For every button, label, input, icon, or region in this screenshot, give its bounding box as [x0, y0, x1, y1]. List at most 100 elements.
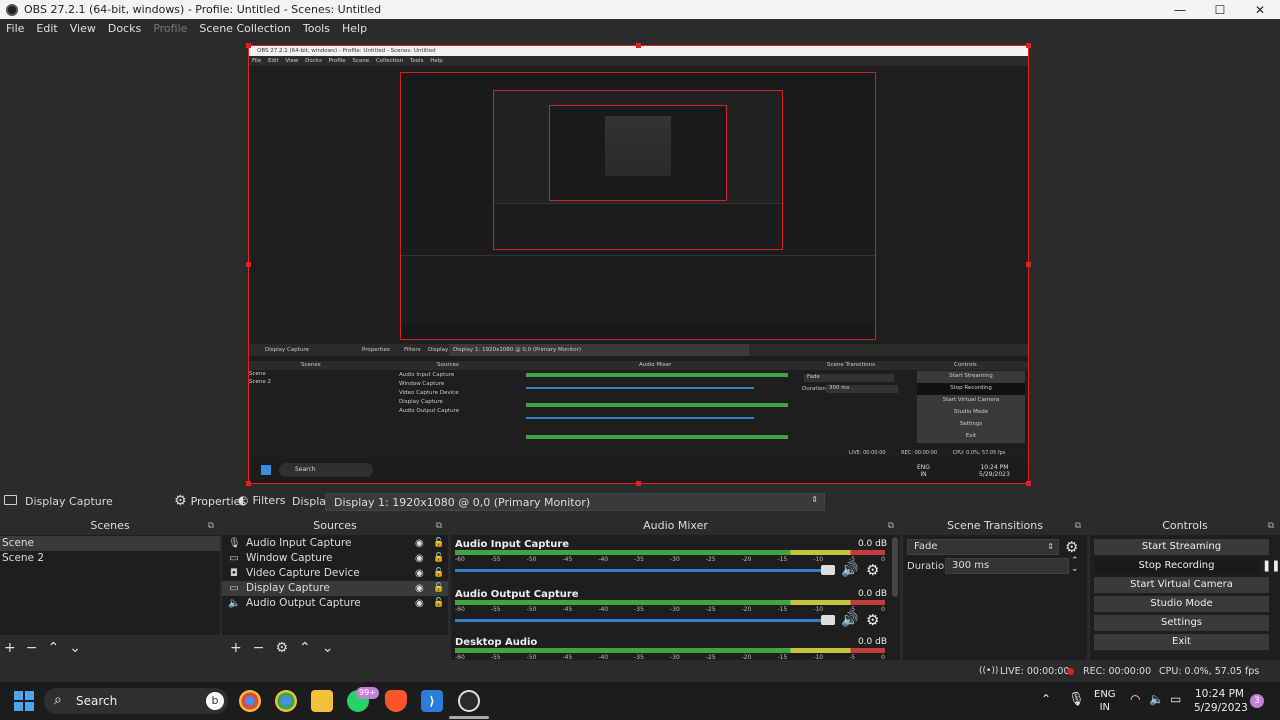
start-virtual-camera-button[interactable]: Start Virtual Camera — [1094, 577, 1269, 593]
volume-slider[interactable] — [455, 619, 830, 622]
move-up-icon[interactable]: ⌃ — [47, 640, 59, 656]
transform-handle[interactable] — [1026, 43, 1031, 48]
lock-icon[interactable]: 🔓 — [433, 536, 444, 551]
transition-gear-icon[interactable]: ⚙ — [1065, 538, 1078, 556]
lock-icon[interactable]: 🔓 — [433, 581, 444, 596]
nested-control: Exit — [917, 431, 1025, 443]
remove-scene-button[interactable]: − — [26, 640, 38, 656]
transform-handle[interactable] — [1026, 481, 1031, 486]
add-scene-button[interactable]: + — [4, 640, 16, 656]
windows-start-icon[interactable] — [14, 691, 34, 711]
add-source-button[interactable]: + — [230, 640, 242, 656]
source-properties-gear-icon[interactable]: ⚙ — [275, 640, 288, 656]
file-explorer-icon[interactable] — [311, 690, 333, 712]
properties-button[interactable]: ⚙ Properties — [174, 493, 246, 509]
display-select[interactable]: Display 1: 1920x1080 @ 0,0 (Primary Moni… — [325, 493, 825, 511]
menu-edit[interactable]: Edit — [30, 22, 63, 35]
search-icon: ⌕ — [54, 692, 62, 708]
brave-icon[interactable] — [385, 690, 407, 712]
nested-taskbar-1 — [401, 325, 875, 339]
menu-docks[interactable]: Docks — [102, 22, 147, 35]
transition-select[interactable]: Fade ⇕ — [907, 539, 1059, 555]
exit-button[interactable]: Exit — [1094, 634, 1269, 650]
lock-icon[interactable]: 🔓 — [433, 551, 444, 566]
battery-icon[interactable]: ▭ — [1170, 692, 1181, 706]
settings-button[interactable]: Settings — [1094, 615, 1269, 631]
menu-help[interactable]: Help — [336, 22, 373, 35]
eye-icon[interactable]: ◉ — [415, 596, 424, 611]
eye-icon[interactable]: ◉ — [415, 551, 424, 566]
eye-icon[interactable]: ◉ — [415, 536, 424, 551]
eye-icon[interactable]: ◉ — [415, 581, 424, 596]
transform-handle[interactable] — [1026, 262, 1031, 267]
transform-handle[interactable] — [246, 43, 251, 48]
nested-control: Studio Mode — [917, 407, 1025, 419]
minimize-button[interactable]: — — [1160, 0, 1200, 19]
float-icon[interactable]: ⧉ — [1268, 517, 1274, 535]
menu-profile[interactable]: Profile — [147, 22, 193, 35]
language-indicator[interactable]: ENG IN — [1094, 688, 1116, 714]
source-item[interactable]: 🎙 Audio Input Capture ◉ 🔓 — [222, 536, 448, 551]
pause-icon[interactable]: ❚❚ — [1262, 559, 1280, 572]
stop-recording-button[interactable]: Stop Recording — [1094, 558, 1259, 574]
scene-transitions-dock: Scene Transitions ⧉ Fade ⇕ ⚙ Duration 30… — [903, 517, 1087, 660]
float-icon[interactable]: ⧉ — [436, 517, 442, 535]
wifi-icon[interactable]: ◠ — [1130, 692, 1140, 706]
volume-slider-handle[interactable] — [821, 615, 835, 625]
move-down-icon[interactable]: ⌄ — [322, 640, 334, 656]
gear-icon[interactable]: ⚙ — [866, 561, 879, 579]
start-streaming-button[interactable]: Start Streaming — [1094, 539, 1269, 555]
transform-handle[interactable] — [246, 262, 251, 267]
duration-input[interactable]: 300 ms — [945, 558, 1069, 574]
nested-scene-item: Scene — [249, 371, 266, 377]
menu-view[interactable]: View — [64, 22, 102, 35]
gear-icon[interactable]: ⚙ — [866, 611, 879, 629]
menu-scene-collection[interactable]: Scene Collection — [193, 22, 296, 35]
float-icon[interactable]: ⧉ — [888, 517, 894, 535]
volume-icon[interactable]: 🔈 — [1149, 692, 1164, 706]
transform-handle[interactable] — [636, 481, 641, 486]
maximize-button[interactable]: ☐ — [1200, 0, 1240, 19]
source-item[interactable]: ◘ Video Capture Device ◉ 🔓 — [222, 566, 448, 581]
microphone-icon[interactable]: 🎙 — [1068, 692, 1085, 707]
chrome-profile-icon[interactable] — [275, 690, 297, 712]
source-item[interactable]: ▭ Display Capture ◉ 🔓 — [222, 581, 448, 596]
notification-badge[interactable]: 3 — [1250, 694, 1264, 708]
source-name: Display Capture — [25, 495, 113, 508]
scene-item[interactable]: Scene 2 — [0, 551, 220, 566]
preview-canvas[interactable]: OBS 27.2.1 (64-bit, windows) - Profile: … — [248, 45, 1029, 484]
lock-icon[interactable]: 🔓 — [433, 566, 444, 581]
vscode-icon[interactable]: ⟩ — [421, 690, 443, 712]
speaker-icon[interactable]: 🔊 — [841, 562, 858, 578]
chevron-up-icon[interactable]: ⌃ — [1041, 692, 1051, 706]
remove-source-button[interactable]: − — [253, 640, 265, 656]
menu-file[interactable]: File — [0, 22, 30, 35]
clock[interactable]: 10:24 PM 5/29/2023 — [1194, 687, 1248, 715]
obs-taskbar-icon[interactable] — [458, 690, 480, 712]
source-item[interactable]: ▭ Window Capture ◉ 🔓 — [222, 551, 448, 566]
menu-tools[interactable]: Tools — [297, 22, 336, 35]
speaker-icon[interactable]: 🔊 — [841, 612, 858, 628]
duration-stepper-icon[interactable]: ⌃ ⌄ — [1071, 557, 1079, 574]
mixer-scrollbar[interactable] — [892, 537, 898, 597]
taskbar-search-box[interactable]: ⌕ Search b — [44, 688, 228, 714]
volume-slider-handle[interactable] — [821, 565, 835, 575]
scene-item[interactable]: Scene — [0, 536, 220, 551]
source-item[interactable]: 🔈 Audio Output Capture ◉ 🔓 — [222, 596, 448, 611]
move-down-icon[interactable]: ⌄ — [69, 640, 81, 656]
chrome-icon[interactable] — [239, 690, 261, 712]
studio-mode-button[interactable]: Studio Mode — [1094, 596, 1269, 612]
nested-source-item: Audio Input Capture — [399, 372, 455, 378]
float-icon[interactable]: ⧉ — [1075, 517, 1081, 535]
filters-button[interactable]: ◐ Filters — [238, 493, 285, 507]
eye-icon[interactable]: ◉ — [415, 566, 424, 581]
lock-icon[interactable]: 🔓 — [433, 596, 444, 611]
move-up-icon[interactable]: ⌃ — [299, 640, 311, 656]
transform-handle[interactable] — [636, 43, 641, 48]
nested-source-item: Display Capture — [399, 399, 443, 405]
nested-menu: File Edit View Docks Profile Scene Colle… — [249, 56, 1028, 66]
close-button[interactable]: ✕ — [1240, 0, 1280, 19]
volume-slider[interactable] — [455, 569, 830, 572]
transform-handle[interactable] — [246, 481, 251, 486]
float-icon[interactable]: ⧉ — [208, 517, 214, 535]
